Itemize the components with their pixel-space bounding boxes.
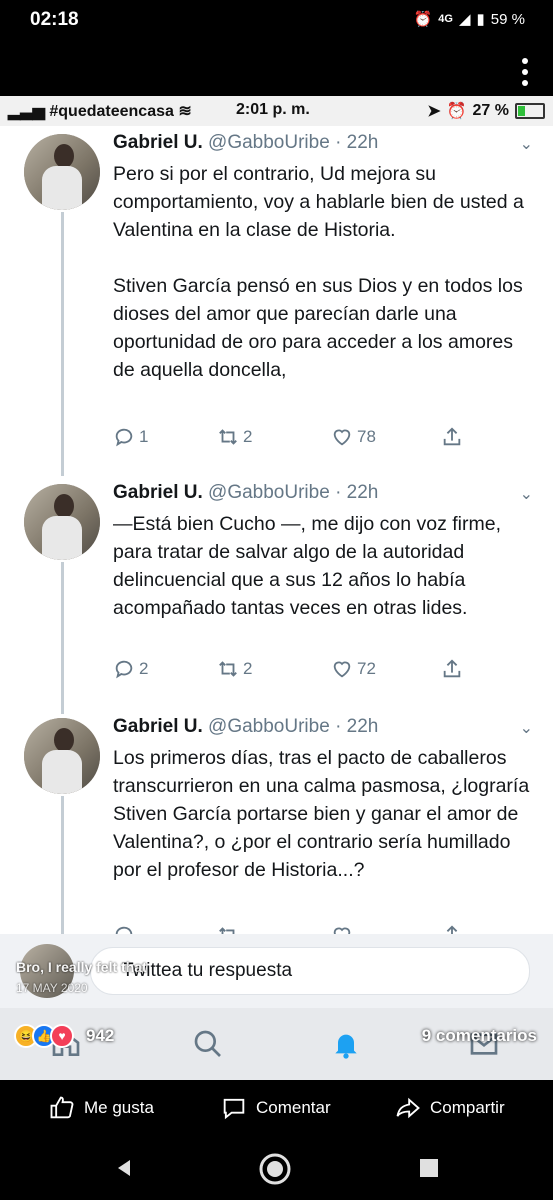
carrier-label: #quedateencasa: [49, 103, 174, 120]
chevron-down-icon[interactable]: ⌄: [520, 718, 533, 738]
signal-icon: ◢: [458, 11, 471, 28]
avatar[interactable]: [24, 484, 100, 560]
avatar[interactable]: [24, 134, 100, 210]
tweet-author-handle: @GabboUribe: [208, 132, 330, 153]
reply-button[interactable]: 2: [113, 658, 148, 680]
tweet-actions: 1 2 78: [113, 426, 473, 450]
share-arrow-icon: [396, 1097, 420, 1119]
tweet-author-name[interactable]: Gabriel U.: [113, 482, 203, 503]
retweet-icon: [219, 429, 237, 445]
like-count: 78: [357, 427, 376, 446]
share-button[interactable]: [441, 658, 463, 680]
wifi-icon: ≋: [178, 103, 192, 120]
like-button[interactable]: 72: [331, 658, 376, 680]
comment-icon: [223, 1098, 245, 1120]
tweet-author-name[interactable]: Gabriel U.: [113, 132, 203, 153]
reply-icon: [115, 428, 133, 447]
alarm-icon: ⏰: [446, 103, 467, 120]
reactions-count[interactable]: 942: [86, 1026, 114, 1046]
search-icon[interactable]: [192, 1028, 224, 1065]
like-button[interactable]: [331, 924, 353, 934]
reply-icon: [115, 660, 133, 679]
screenshot-status-bar: ▂▃▅ #quedateencasa ≋ 2:01 p. m. ➤ ⏰ 27 %: [0, 96, 553, 126]
retweet-count: 2: [243, 659, 253, 678]
comments-count[interactable]: 9 comentarios: [422, 1026, 537, 1046]
device-clock: 02:18: [30, 9, 79, 30]
location-icon: ➤: [427, 103, 441, 120]
tweet-text: Los primeros días, tras el pacto de caba…: [113, 747, 530, 881]
post-caption: Bro, I really felt that: [16, 959, 147, 975]
device-battery-level: 59 %: [490, 10, 525, 28]
avatar[interactable]: [24, 718, 100, 794]
recents-icon[interactable]: [418, 1157, 440, 1179]
home-button-icon[interactable]: [258, 1152, 292, 1186]
device-status-icons: ⏰ 4G ◢ ▮ 59 %: [413, 10, 525, 29]
reply-placeholder: Twittea tu respuesta: [122, 960, 293, 981]
retweet-button[interactable]: [217, 924, 239, 934]
chevron-down-icon[interactable]: ⌄: [520, 134, 533, 154]
thread-line: [61, 796, 64, 934]
post-date: 17 MAY 2020: [16, 981, 88, 995]
share-label: Compartir: [430, 1098, 505, 1117]
comment-button[interactable]: Comentar: [220, 1094, 331, 1122]
reply-bar: Twittea tu respuesta Bro, I really felt …: [0, 934, 553, 1008]
reply-button[interactable]: 1: [113, 426, 148, 448]
tweet-age: · 22h: [335, 716, 379, 737]
tweet-text: —Está bien Cucho —, me dijo con voz firm…: [113, 513, 501, 619]
like-label: Me gusta: [84, 1098, 154, 1117]
device-status-bar: 02:18 ⏰ 4G ◢ ▮ 59 %: [0, 0, 553, 40]
love-icon: ♥: [50, 1024, 74, 1048]
thread-line: [61, 562, 64, 714]
tweet-author-handle: @GabboUribe: [208, 482, 330, 503]
retweet-count: 2: [243, 427, 253, 446]
post-actions-bar: Me gusta Comentar Compartir: [0, 1080, 553, 1136]
twitter-screenshot: ▂▃▅ #quedateencasa ≋ 2:01 p. m. ➤ ⏰ 27 %…: [0, 96, 553, 934]
thumbs-up-icon: [50, 1096, 74, 1119]
like-button[interactable]: Me gusta: [48, 1094, 154, 1122]
reply-count: 1: [139, 427, 149, 446]
retweet-icon: [219, 927, 235, 934]
like-count: 72: [357, 659, 376, 678]
share-button[interactable]: Compartir: [394, 1094, 505, 1122]
thread-line: [61, 212, 64, 476]
android-nav-bar: [0, 1136, 553, 1200]
screenshot-battery-level: 27 %: [472, 102, 509, 119]
tweet-age: · 22h: [335, 132, 379, 153]
tweet-text: Pero si por el contrario, Ud mejora su c…: [113, 163, 524, 381]
like-button[interactable]: 78: [331, 426, 376, 448]
notifications-icon[interactable]: [330, 1028, 362, 1065]
heart-icon: [333, 661, 351, 678]
tweet-actions: 2 2 72: [113, 658, 473, 682]
overflow-menu-icon[interactable]: [521, 58, 529, 91]
battery-icon: [515, 103, 545, 119]
share-button[interactable]: [441, 426, 463, 448]
alarm-icon: ⏰: [413, 11, 433, 28]
share-icon: [443, 427, 461, 446]
network-label: 4G: [438, 13, 453, 25]
share-icon: [443, 659, 461, 678]
tweet-author-name[interactable]: Gabriel U.: [113, 716, 203, 737]
heart-icon: [333, 429, 351, 446]
share-button[interactable]: [441, 924, 463, 934]
retweet-icon: [219, 661, 237, 677]
tweet-actions: [113, 924, 473, 934]
reactions-summary[interactable]: 😆 👍 ♥: [14, 1024, 74, 1048]
heart-icon: [333, 927, 351, 934]
chevron-down-icon[interactable]: ⌄: [520, 484, 533, 504]
tweet-age: · 22h: [335, 482, 379, 503]
battery-icon: ▮: [476, 11, 485, 28]
signal-bars-icon: ▂▃▅: [8, 103, 45, 120]
reply-button[interactable]: [113, 924, 135, 934]
tweet-author-handle: @GabboUribe: [208, 716, 330, 737]
share-icon: [446, 925, 458, 934]
retweet-button[interactable]: 2: [217, 426, 252, 448]
reply-icon: [115, 926, 133, 934]
comment-label: Comentar: [256, 1098, 331, 1117]
screenshot-clock: 2:01 p. m.: [236, 101, 310, 118]
retweet-button[interactable]: 2: [217, 658, 252, 680]
reply-count: 2: [139, 659, 149, 678]
back-icon[interactable]: [112, 1156, 136, 1180]
